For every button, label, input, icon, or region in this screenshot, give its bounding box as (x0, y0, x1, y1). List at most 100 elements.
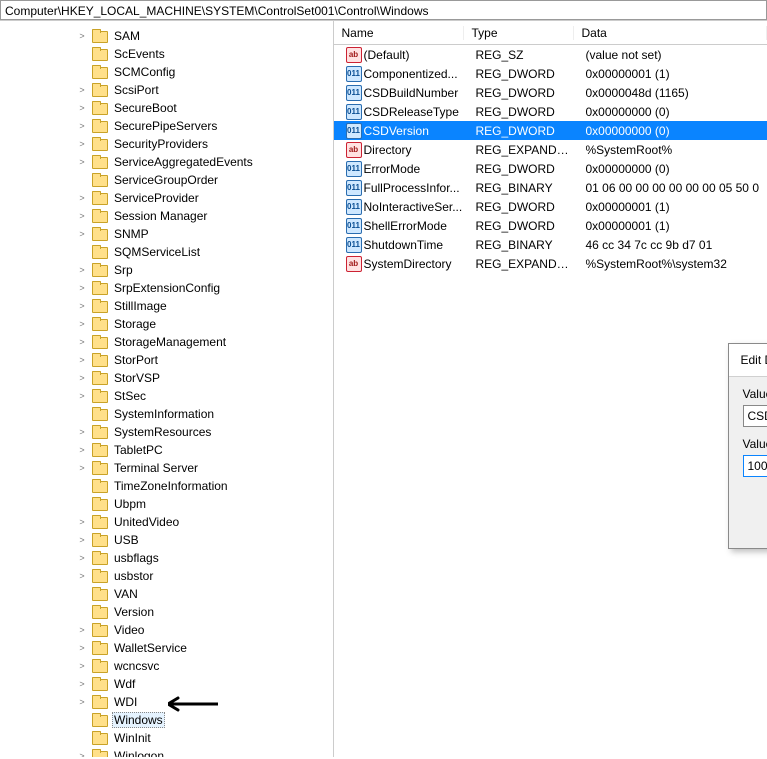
value-row[interactable]: 011Componentized...REG_DWORD0x00000001 (… (334, 64, 767, 83)
expand-icon[interactable]: > (76, 156, 88, 168)
tree-item-video[interactable]: >Video (0, 621, 333, 639)
value-row[interactable]: 011NoInteractiveSer...REG_DWORD0x0000000… (334, 197, 767, 216)
address-bar[interactable]: Computer\HKEY_LOCAL_MACHINE\SYSTEM\Contr… (0, 0, 767, 20)
folder-icon (92, 371, 108, 385)
value-row[interactable]: 011ShutdownTimeREG_BINARY46 cc 34 7c cc … (334, 235, 767, 254)
tree-item-session-manager[interactable]: >Session Manager (0, 207, 333, 225)
tree-item-wcncsvc[interactable]: >wcncsvc (0, 657, 333, 675)
tree-item-storvsp[interactable]: >StorVSP (0, 369, 333, 387)
tree-item-systeminformation[interactable]: SystemInformation (0, 405, 333, 423)
tree-item-windows[interactable]: Windows (0, 711, 333, 729)
value-row[interactable]: 011CSDBuildNumberREG_DWORD0x0000048d (11… (334, 83, 767, 102)
expand-icon[interactable]: > (76, 462, 88, 474)
expand-icon[interactable]: > (76, 516, 88, 528)
expand-icon[interactable]: > (76, 750, 88, 757)
tree-item-securepipeservers[interactable]: >SecurePipeServers (0, 117, 333, 135)
expand-icon[interactable]: > (76, 300, 88, 312)
expand-icon[interactable]: > (76, 138, 88, 150)
value-name-field[interactable] (743, 405, 767, 427)
binary-value-icon: 011 (346, 85, 362, 101)
tree-item-secureboot[interactable]: >SecureBoot (0, 99, 333, 117)
tree-item-timezoneinformation[interactable]: TimeZoneInformation (0, 477, 333, 495)
tree-item-ubpm[interactable]: Ubpm (0, 495, 333, 513)
tree-item-label: WinInit (112, 731, 153, 745)
col-data[interactable]: Data (574, 26, 767, 40)
tree-item-wininit[interactable]: WinInit (0, 729, 333, 747)
folder-icon (92, 353, 108, 367)
tree-item-stsec[interactable]: >StSec (0, 387, 333, 405)
tree-item-scsiport[interactable]: >ScsiPort (0, 81, 333, 99)
folder-icon (92, 101, 108, 115)
no-expand-icon (76, 606, 88, 618)
expand-icon[interactable]: > (76, 210, 88, 222)
tree-item-serviceaggregatedevents[interactable]: >ServiceAggregatedEvents (0, 153, 333, 171)
expand-icon[interactable]: > (76, 228, 88, 240)
tree-pane[interactable]: >SAMScEventsSCMConfig>ScsiPort>SecureBoo… (0, 21, 334, 757)
expand-icon[interactable]: > (76, 372, 88, 384)
expand-icon[interactable]: > (76, 30, 88, 42)
tree-item-wdi[interactable]: >WDI (0, 693, 333, 711)
tree-item-usb[interactable]: >USB (0, 531, 333, 549)
value-data-field[interactable] (743, 455, 767, 477)
tree-item-van[interactable]: VAN (0, 585, 333, 603)
tree-item-stillimage[interactable]: > StillImage (0, 297, 333, 315)
tree-item-srp[interactable]: >Srp (0, 261, 333, 279)
tree-item-wdf[interactable]: >Wdf (0, 675, 333, 693)
value-row[interactable]: 011ShellErrorModeREG_DWORD0x00000001 (1) (334, 216, 767, 235)
expand-icon[interactable]: > (76, 696, 88, 708)
value-row[interactable]: 011CSDVersionREG_DWORD0x00000000 (0) (334, 121, 767, 140)
value-row[interactable]: 011ErrorModeREG_DWORD0x00000000 (0) (334, 159, 767, 178)
expand-icon[interactable]: > (76, 426, 88, 438)
value-row[interactable]: 011FullProcessInfor...REG_BINARY01 06 00… (334, 178, 767, 197)
tree-item-winlogon[interactable]: >Winlogon (0, 747, 333, 757)
expand-icon[interactable]: > (76, 570, 88, 582)
value-row[interactable]: abDirectoryREG_EXPAND_SZ%SystemRoot% (334, 140, 767, 159)
expand-icon[interactable]: > (76, 192, 88, 204)
tree-item-label: StillImage (112, 299, 169, 313)
tree-item-sam[interactable]: >SAM (0, 27, 333, 45)
tree-item-srpextensionconfig[interactable]: >SrpExtensionConfig (0, 279, 333, 297)
value-row[interactable]: ab(Default)REG_SZ(value not set) (334, 45, 767, 64)
expand-icon[interactable]: > (76, 660, 88, 672)
expand-icon[interactable]: > (76, 84, 88, 96)
tree-item-systemresources[interactable]: >SystemResources (0, 423, 333, 441)
col-name[interactable]: Name (334, 26, 464, 40)
tree-item-storagemanagement[interactable]: >StorageManagement (0, 333, 333, 351)
tree-item-terminal-server[interactable]: >Terminal Server (0, 459, 333, 477)
expand-icon[interactable]: > (76, 318, 88, 330)
tree-item-usbstor[interactable]: > usbstor (0, 567, 333, 585)
expand-icon[interactable]: > (76, 354, 88, 366)
tree-item-securityproviders[interactable]: >SecurityProviders (0, 135, 333, 153)
expand-icon[interactable]: > (76, 678, 88, 690)
tree-item-usbflags[interactable]: >usbflags (0, 549, 333, 567)
tree-item-scmconfig[interactable]: SCMConfig (0, 63, 333, 81)
col-type[interactable]: Type (464, 26, 574, 40)
expand-icon[interactable]: > (76, 390, 88, 402)
value-name: CSDReleaseType (364, 105, 459, 119)
expand-icon[interactable]: > (76, 120, 88, 132)
value-row[interactable]: abSystemDirectoryREG_EXPAND_SZ%SystemRoo… (334, 254, 767, 273)
tree-item-label: usbstor (112, 569, 155, 583)
expand-icon[interactable]: > (76, 552, 88, 564)
expand-icon[interactable]: > (76, 282, 88, 294)
tree-item-storport[interactable]: >StorPort (0, 351, 333, 369)
tree-item-scevents[interactable]: ScEvents (0, 45, 333, 63)
tree-item-walletservice[interactable]: >WalletService (0, 639, 333, 657)
tree-item-tabletpc[interactable]: >TabletPC (0, 441, 333, 459)
value-row[interactable]: 011CSDReleaseTypeREG_DWORD0x00000000 (0) (334, 102, 767, 121)
expand-icon[interactable]: > (76, 102, 88, 114)
expand-icon[interactable]: > (76, 642, 88, 654)
expand-icon[interactable]: > (76, 624, 88, 636)
tree-item-unitedvideo[interactable]: >UnitedVideo (0, 513, 333, 531)
expand-icon[interactable]: > (76, 444, 88, 456)
expand-icon[interactable]: > (76, 534, 88, 546)
tree-item-servicegrouporder[interactable]: ServiceGroupOrder (0, 171, 333, 189)
expand-icon[interactable]: > (76, 264, 88, 276)
tree-item-serviceprovider[interactable]: >ServiceProvider (0, 189, 333, 207)
expand-icon[interactable]: > (76, 336, 88, 348)
tree-item-storage[interactable]: >Storage (0, 315, 333, 333)
tree-item-version[interactable]: Version (0, 603, 333, 621)
tree-item-sqmservicelist[interactable]: SQMServiceList (0, 243, 333, 261)
tree-item-snmp[interactable]: >SNMP (0, 225, 333, 243)
no-expand-icon (76, 48, 88, 60)
